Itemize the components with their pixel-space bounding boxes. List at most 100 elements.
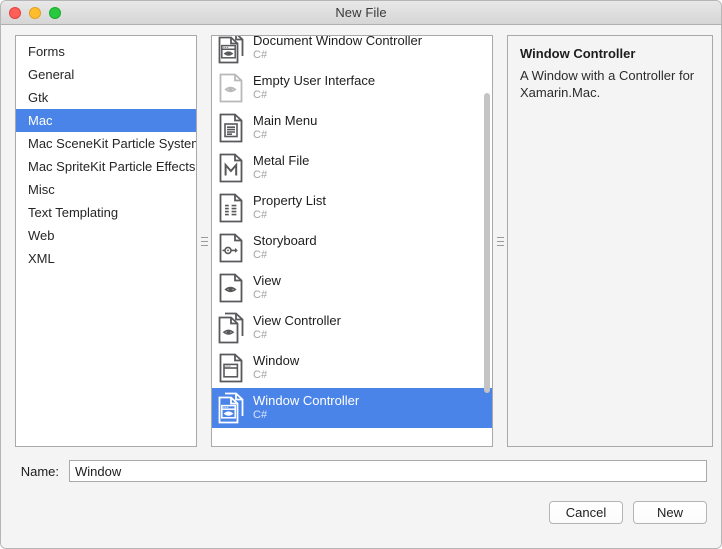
cancel-button[interactable]: Cancel [549, 500, 623, 524]
traffic-light-group [9, 1, 61, 25]
template-item-language: C# [253, 329, 268, 342]
template-item[interactable]: View C# [212, 268, 492, 308]
name-input[interactable] [69, 460, 707, 482]
template-item[interactable]: Storyboard C# [212, 228, 492, 268]
template-item-label: Storyboard [253, 233, 317, 249]
category-item-label: Mac SceneKit Particle Systems [28, 136, 196, 151]
template-item[interactable]: Empty User Interface C# [212, 68, 492, 108]
category-item-label: Web [28, 228, 55, 243]
category-item[interactable]: Web [16, 224, 196, 247]
template-scroll-area[interactable]: Document Window Controller C# Empty User … [212, 36, 492, 446]
template-item-language: C# [253, 209, 268, 222]
category-item-label: Text Templating [28, 205, 119, 220]
detail-description: A Window with a Controller for Xamarin.M… [520, 68, 695, 101]
category-item-label: XML [28, 251, 55, 266]
splitter-grip-icon [200, 236, 208, 246]
detail-title: Window Controller [520, 46, 636, 61]
category-item[interactable]: Forms [16, 40, 196, 63]
template-item[interactable]: View Controller C# [212, 308, 492, 348]
template-item-label: View Controller [253, 313, 341, 329]
new-file-dialog: New File Forms General Gtk Mac Mac SceneKit … [0, 0, 722, 549]
template-item-text: Empty User Interface C# [253, 74, 375, 101]
category-item[interactable]: Mac SceneKit Particle Systems [16, 132, 196, 155]
template-item-label: Main Menu [253, 113, 318, 129]
template-item-language: C# [253, 249, 268, 262]
template-item[interactable]: Metal File C# [212, 148, 492, 188]
template-item-label: Metal File [253, 153, 310, 169]
category-item-label: Mac SpriteKit Particle Effects [28, 159, 196, 174]
footer-buttons: Cancel New [15, 482, 707, 548]
category-item[interactable]: Misc [16, 178, 196, 201]
title-bar: New File [1, 1, 721, 25]
template-item-text: Storyboard C# [253, 234, 317, 261]
template-item-language: C# [253, 129, 268, 142]
category-item[interactable]: Mac [16, 109, 196, 132]
category-item[interactable]: Gtk [16, 86, 196, 109]
template-item-text: Metal File C# [253, 154, 309, 181]
category-list[interactable]: Forms General Gtk Mac Mac SceneKit Particle … [16, 36, 196, 270]
storyboard-icon [217, 232, 245, 264]
category-item-label: Gtk [28, 90, 49, 105]
splitter-grip-icon [496, 236, 504, 246]
metal-file-icon [217, 152, 245, 184]
template-item-label: Window [253, 353, 300, 369]
new-button[interactable]: New [633, 500, 707, 524]
template-item[interactable]: Document Window Controller C# [212, 36, 492, 68]
dialog-body: Forms General Gtk Mac Mac SceneKit Particle … [1, 25, 721, 548]
name-row: Name: [15, 447, 707, 482]
document-window-controller-icon [217, 36, 245, 64]
template-pane: Document Window Controller C# Empty User … [211, 35, 493, 447]
close-button[interactable] [9, 7, 21, 19]
template-item-language: C# [253, 169, 268, 182]
template-item-text: View C# [253, 274, 281, 301]
template-list[interactable]: Document Window Controller C# Empty User … [212, 36, 492, 428]
template-scrollbar-thumb[interactable] [484, 93, 490, 393]
name-label: Name: [20, 463, 59, 479]
minimize-button[interactable] [29, 7, 41, 19]
template-item-label: Property List [253, 193, 326, 209]
template-item[interactable]: Window Controller C# [212, 388, 492, 428]
template-item-label: Empty User Interface [253, 73, 376, 89]
template-scrollbar[interactable] [483, 37, 491, 445]
template-item[interactable]: Window C# [212, 348, 492, 388]
splitter-left[interactable] [197, 35, 211, 447]
detail-pane: Window Controller A Window with a Contro… [507, 35, 713, 447]
category-item-label: Misc [28, 182, 55, 197]
template-item-label: View [253, 273, 281, 289]
window-icon [217, 352, 245, 384]
template-item[interactable]: Main Menu C# [212, 108, 492, 148]
category-item-label: Forms [28, 44, 65, 59]
template-item-text: Document Window Controller C# [253, 36, 422, 62]
empty-user-interface-icon [217, 72, 245, 104]
splitter-right[interactable] [493, 35, 507, 447]
template-item-text: Property List C# [253, 194, 326, 221]
template-item-language: C# [253, 409, 268, 422]
detail-content: Window Controller A Window with a Contro… [508, 36, 712, 111]
template-item-language: C# [253, 89, 268, 102]
template-item-text: Window Controller C# [253, 394, 359, 421]
category-item[interactable]: Mac SpriteKit Particle Effects [16, 155, 196, 178]
category-item[interactable]: General [16, 63, 196, 86]
template-item-text: Main Menu C# [253, 114, 317, 141]
category-pane: Forms General Gtk Mac Mac SceneKit Particle … [15, 35, 197, 447]
template-item-label: Window Controller [253, 393, 360, 409]
category-item[interactable]: Text Templating [16, 201, 196, 224]
window-title: New File [335, 5, 387, 20]
template-item-label: Document Window Controller [253, 36, 423, 49]
template-item-language: C# [253, 369, 268, 382]
template-item-text: View Controller C# [253, 314, 341, 341]
main-menu-icon [217, 112, 245, 144]
property-list-icon [217, 192, 245, 224]
window-controller-icon [217, 392, 245, 424]
template-item-language: C# [253, 49, 268, 62]
view-icon [217, 272, 245, 304]
panes-container: Forms General Gtk Mac Mac SceneKit Particle … [15, 35, 713, 447]
view-controller-icon [217, 312, 245, 344]
template-item-text: Window C# [253, 354, 299, 381]
template-item[interactable]: Property List C# [212, 188, 492, 228]
maximize-button[interactable] [49, 7, 61, 19]
category-item-label: General [28, 67, 75, 82]
template-item-language: C# [253, 289, 268, 302]
category-item-label: Mac [28, 113, 53, 128]
category-item[interactable]: XML [16, 247, 196, 270]
